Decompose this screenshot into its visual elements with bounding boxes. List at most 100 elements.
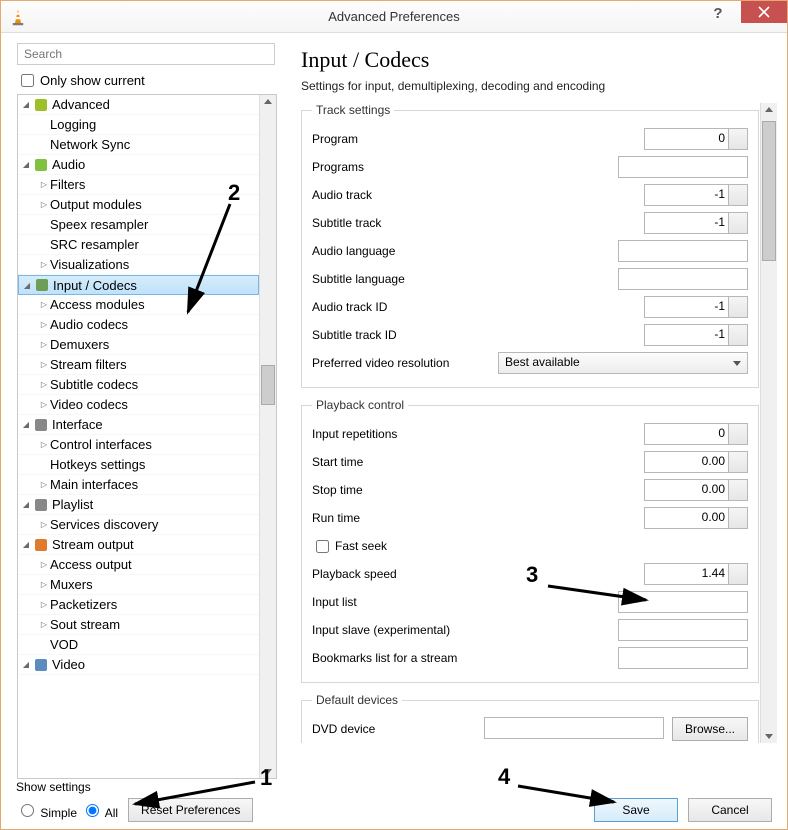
tree-item[interactable]: SRC resampler — [18, 235, 259, 255]
tree-toggle-icon[interactable] — [38, 299, 50, 310]
tree-item-label: Filters — [50, 177, 85, 192]
save-button[interactable]: Save — [594, 798, 678, 822]
preferences-tree[interactable]: Advanced Logging Network Sync Audio Filters O… — [18, 95, 259, 778]
tree-toggle-icon[interactable] — [38, 199, 50, 210]
tree-item[interactable]: Stream output — [18, 535, 259, 555]
run-time-spinner[interactable]: 0.00 — [644, 507, 748, 529]
tree-item[interactable]: Input / Codecs — [18, 275, 259, 295]
tree-toggle-icon[interactable] — [20, 539, 32, 550]
playback-speed-spinner[interactable]: 1.44 — [644, 563, 748, 585]
tree-item-label: Access modules — [50, 297, 145, 312]
tree-toggle-icon[interactable] — [20, 419, 32, 430]
audio-track-spinner[interactable]: -1 — [644, 184, 748, 206]
start-time-spinner[interactable]: 0.00 — [644, 451, 748, 473]
tree-item[interactable]: Control interfaces — [18, 435, 259, 455]
tree-item-label: Subtitle codecs — [50, 377, 138, 392]
tree-item[interactable]: Video codecs — [18, 395, 259, 415]
programs-input[interactable] — [618, 156, 748, 178]
tree-item[interactable]: Network Sync — [18, 135, 259, 155]
tree-toggle-icon[interactable] — [38, 319, 50, 330]
tree-item[interactable]: Video — [18, 655, 259, 675]
program-spinner[interactable]: 0 — [644, 128, 748, 150]
input-repetitions-spinner[interactable]: 0 — [644, 423, 748, 445]
tree-toggle-icon[interactable] — [38, 179, 50, 190]
tree-scrollbar[interactable] — [259, 95, 276, 778]
tree-item[interactable]: Services discovery — [18, 515, 259, 535]
cancel-button[interactable]: Cancel — [688, 798, 772, 822]
tree-toggle-icon[interactable] — [38, 359, 50, 370]
stop-time-spinner[interactable]: 0.00 — [644, 479, 748, 501]
tree-toggle-icon[interactable] — [38, 439, 50, 450]
tree-item[interactable]: Access output — [18, 555, 259, 575]
subtitle-track-spinner[interactable]: -1 — [644, 212, 748, 234]
tree-toggle-icon[interactable] — [38, 339, 50, 350]
tree-item[interactable]: Speex resampler — [18, 215, 259, 235]
audio-track-id-spinner[interactable]: -1 — [644, 296, 748, 318]
tree-item[interactable]: Access modules — [18, 295, 259, 315]
tree-item[interactable]: Filters — [18, 175, 259, 195]
page-heading: Input / Codecs — [301, 47, 777, 73]
tree-toggle-icon[interactable] — [20, 659, 32, 670]
tree-item-label: Input / Codecs — [53, 278, 137, 293]
subtitle-language-input[interactable] — [618, 268, 748, 290]
tree-toggle-icon[interactable] — [38, 599, 50, 610]
settings-scrollbar[interactable] — [760, 103, 777, 743]
tree-item-label: Output modules — [50, 197, 142, 212]
tree-item-label: Advanced — [52, 97, 110, 112]
tree-toggle-icon[interactable] — [38, 379, 50, 390]
only-show-current-checkbox[interactable]: Only show current — [17, 71, 291, 90]
tree-item-label: Network Sync — [50, 137, 130, 152]
reset-preferences-button[interactable]: Reset Preferences — [128, 798, 253, 822]
tree-item[interactable]: Advanced — [18, 95, 259, 115]
help-button[interactable]: ? — [695, 1, 741, 25]
dvd-device-input[interactable] — [484, 717, 664, 739]
tree-item[interactable]: Output modules — [18, 195, 259, 215]
tree-item[interactable]: Hotkeys settings — [18, 455, 259, 475]
tree-toggle-icon[interactable] — [38, 619, 50, 630]
tree-item[interactable]: Sout stream — [18, 615, 259, 635]
browse-button[interactable]: Browse... — [672, 717, 748, 741]
tree-item[interactable]: VOD — [18, 635, 259, 655]
tree-item[interactable]: Muxers — [18, 575, 259, 595]
tree-item-label: Stream output — [52, 537, 134, 552]
simple-radio[interactable]: Simple — [16, 801, 77, 820]
tree-toggle-icon[interactable] — [38, 399, 50, 410]
settings-panel: Input / Codecs Settings for input, demul… — [291, 43, 787, 779]
tree-toggle-icon[interactable] — [38, 479, 50, 490]
tree-item[interactable]: Visualizations — [18, 255, 259, 275]
audio-language-input[interactable] — [618, 240, 748, 262]
tree-toggle-icon[interactable] — [20, 99, 32, 110]
tree-item[interactable]: Main interfaces — [18, 475, 259, 495]
tree-toggle-icon[interactable] — [21, 280, 33, 291]
input-slave-input[interactable] — [618, 619, 748, 641]
tree-item[interactable]: Playlist — [18, 495, 259, 515]
all-radio[interactable]: All — [81, 801, 118, 820]
tree-item[interactable]: Packetizers — [18, 595, 259, 615]
subtitle-track-id-spinner[interactable]: -1 — [644, 324, 748, 346]
tree-item-label: Audio — [52, 157, 85, 172]
tree-toggle-icon[interactable] — [38, 579, 50, 590]
search-input[interactable] — [17, 43, 275, 65]
tree-item-label: Logging — [50, 117, 96, 132]
fast-seek-checkbox[interactable]: Fast seek — [312, 537, 482, 556]
tree-item[interactable]: Audio codecs — [18, 315, 259, 335]
tree-item[interactable]: Audio — [18, 155, 259, 175]
left-panel: Only show current Advanced Logging Network… — [17, 43, 291, 779]
tree-item-label: Visualizations — [50, 257, 129, 272]
preferred-resolution-select[interactable]: Best available — [498, 352, 748, 374]
tree-item[interactable]: Interface — [18, 415, 259, 435]
tree-toggle-icon[interactable] — [20, 499, 32, 510]
tree-toggle-icon[interactable] — [38, 259, 50, 270]
input-list-input[interactable] — [618, 591, 748, 613]
tree-item[interactable]: Logging — [18, 115, 259, 135]
show-settings-label: Show settings — [16, 780, 253, 794]
tree-toggle-icon[interactable] — [38, 519, 50, 530]
footer: Show settings Simple All Reset Preferenc… — [16, 778, 772, 822]
close-button[interactable] — [741, 1, 787, 23]
tree-item[interactable]: Stream filters — [18, 355, 259, 375]
tree-toggle-icon[interactable] — [20, 159, 32, 170]
bookmarks-input[interactable] — [618, 647, 748, 669]
tree-toggle-icon[interactable] — [38, 559, 50, 570]
tree-item[interactable]: Demuxers — [18, 335, 259, 355]
tree-item[interactable]: Subtitle codecs — [18, 375, 259, 395]
